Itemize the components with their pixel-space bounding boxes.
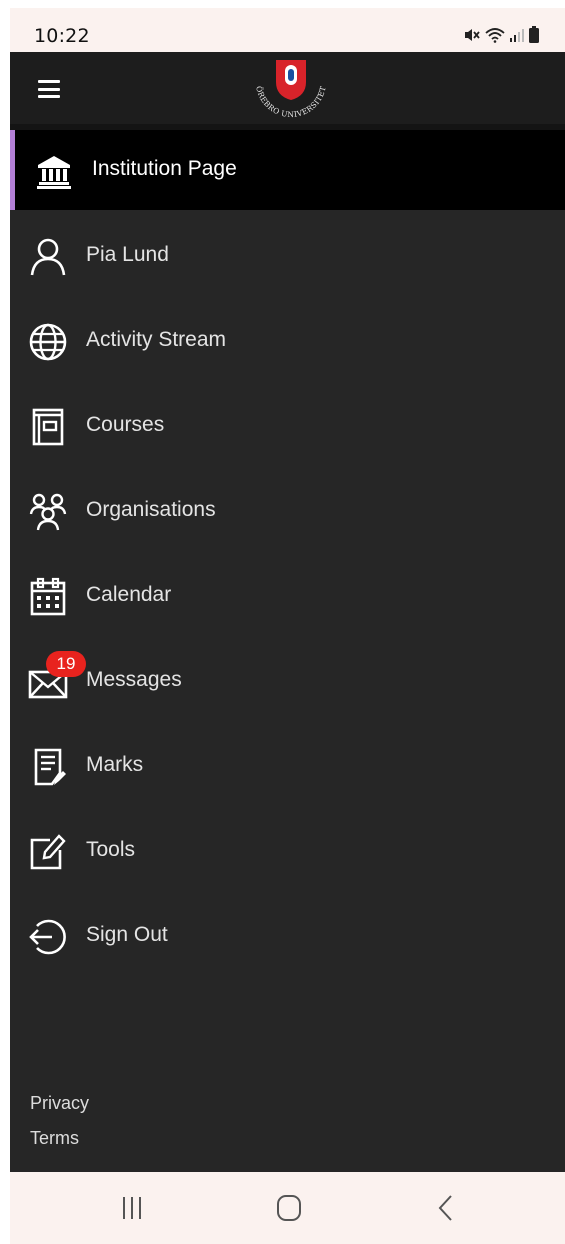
globe-icon <box>29 323 67 361</box>
menu-item-calendar[interactable]: Calendar <box>10 556 565 636</box>
menu-item-label: Marks <box>86 753 144 776</box>
menu-item-label: Activity Stream <box>86 328 227 351</box>
calendar-icon <box>30 577 66 616</box>
university-logo: ÖREBRO UNIVERSITET <box>254 60 327 118</box>
status-time: 10:22 <box>34 25 90 47</box>
menu-item-marks[interactable]: Marks <box>10 726 565 806</box>
navigation-drawer: Institution Page Pia Lund Activity Strea… <box>10 130 565 1172</box>
hamburger-icon[interactable] <box>38 80 60 98</box>
status-icons <box>463 26 539 43</box>
menu-item-label: Calendar <box>86 583 172 606</box>
signal-icon <box>510 28 524 42</box>
people-group-icon <box>29 493 67 531</box>
back-icon[interactable] <box>426 1190 466 1226</box>
menu-item-institution-page[interactable]: Institution Page <box>10 130 565 210</box>
edit-tools-icon <box>30 834 66 870</box>
privacy-link[interactable]: Privacy <box>30 1093 89 1114</box>
status-bar: 10:22 <box>10 8 565 52</box>
menu-item-label: Courses <box>86 413 165 436</box>
menu-item-activity-stream[interactable]: Activity Stream <box>10 301 565 381</box>
grades-document-icon <box>34 748 66 786</box>
menu-item-messages[interactable]: 19 Messages <box>10 641 565 721</box>
menu-item-label: Institution Page <box>92 157 237 180</box>
unread-count-badge: 19 <box>46 651 86 677</box>
menu-item-label: Sign Out <box>86 923 168 946</box>
person-icon <box>30 238 66 276</box>
wifi-icon <box>485 27 505 43</box>
institution-icon <box>37 156 71 189</box>
menu-item-label: Messages <box>86 668 182 691</box>
course-book-icon <box>32 408 64 446</box>
recent-apps-icon[interactable] <box>112 1190 152 1226</box>
menu-item-courses[interactable]: Courses <box>10 386 565 466</box>
sign-out-icon <box>29 919 66 955</box>
menu-item-sign-out[interactable]: Sign Out <box>10 896 565 976</box>
battery-icon <box>529 26 539 43</box>
menu-item-label: Tools <box>86 838 136 861</box>
menu-item-organisations[interactable]: Organisations <box>10 471 565 551</box>
system-navigation-bar <box>10 1172 565 1244</box>
phone-screen: 10:22 ÖREBRO UNIVERSITET Institution Pag… <box>10 8 565 1244</box>
page: 10:22 ÖREBRO UNIVERSITET Institution Pag… <box>0 0 565 1244</box>
menu-item-profile[interactable]: Pia Lund <box>10 216 565 296</box>
menu-item-label: Pia Lund <box>86 243 169 266</box>
home-icon[interactable] <box>269 1190 309 1226</box>
menu-item-label: Organisations <box>86 498 216 521</box>
app-header: ÖREBRO UNIVERSITET <box>10 52 565 124</box>
active-indicator <box>10 130 15 210</box>
menu-item-tools[interactable]: Tools <box>10 811 565 891</box>
terms-link[interactable]: Terms <box>30 1128 79 1149</box>
mute-icon <box>465 28 480 41</box>
